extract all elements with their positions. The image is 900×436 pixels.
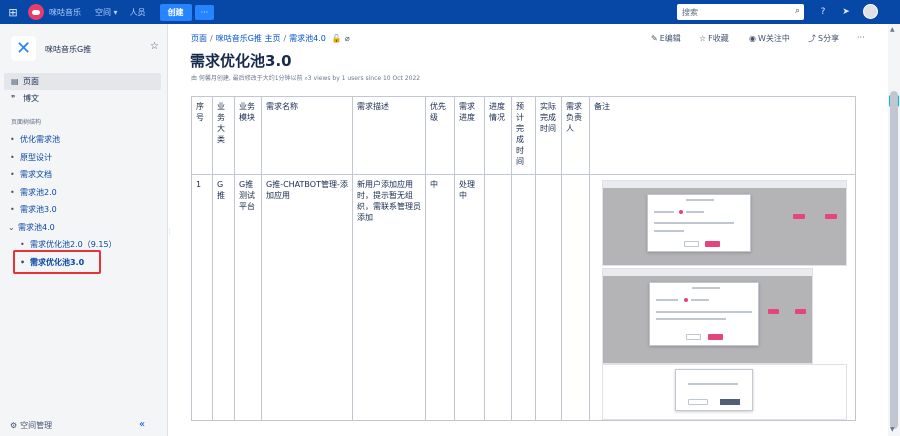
table-cell — [484, 174, 512, 421]
save-for-later-button[interactable]: ☆ F收藏 — [699, 33, 729, 44]
table-cell — [535, 174, 562, 421]
annotation-highlight-box — [13, 250, 101, 274]
breadcrumb-item[interactable]: 页面 — [191, 33, 207, 44]
table-header: 进度情况 — [484, 96, 512, 175]
table-cell: 中 — [425, 174, 455, 421]
table-header: 需求负责人 — [561, 96, 590, 175]
tree-item[interactable]: • 需求池3.0 — [10, 204, 57, 215]
table-header: 序号 — [191, 96, 213, 175]
notifications-icon[interactable]: ➤ — [839, 5, 853, 19]
scrollbar-thumb[interactable] — [890, 91, 898, 429]
table-cell: G推 — [212, 174, 235, 421]
watch-button[interactable]: ◉ W关注中 — [749, 33, 790, 44]
chevron-down-icon[interactable]: ⌄ — [8, 223, 18, 232]
scroll-down-icon[interactable]: ▼ — [890, 426, 895, 433]
table-header: 业务大类 — [212, 96, 235, 175]
app-switcher-icon[interactable]: ⊞ — [0, 0, 26, 24]
table-header: 需求名称 — [261, 96, 353, 175]
gear-icon: ⚙ — [10, 421, 18, 430]
table-header: 优先级 — [425, 96, 455, 175]
tree-item[interactable]: • 原型设计 — [10, 152, 52, 163]
table-header: 需求进度 — [454, 96, 485, 175]
breadcrumb: 页面 / 咪咕音乐G推 主页 / 需求池4.0 🔓 ⌀ — [191, 33, 350, 44]
sidebar-item-blog[interactable]: ❞ 博文 — [4, 90, 161, 107]
sidebar-resize-handle[interactable]: ⋮ — [166, 228, 173, 236]
page-title: 需求优化池3.0 — [190, 52, 292, 70]
embedded-screenshot[interactable] — [602, 180, 847, 266]
table-header: 备注 — [589, 96, 856, 175]
nav-people[interactable]: 人员 — [130, 7, 146, 18]
tree-item[interactable]: • 优化需求池 — [10, 134, 60, 145]
share-icon: ⤴ — [808, 34, 816, 43]
tree-subitem[interactable]: • 需求优化池2.0（9.15） — [20, 239, 117, 250]
search-icon: ⌕ — [794, 6, 800, 16]
table-cell — [511, 174, 536, 421]
nav-spaces[interactable]: 空间 ▾ — [95, 7, 118, 18]
table-cell: G推测试平台 — [234, 174, 262, 421]
tree-item[interactable]: • 需求文档 — [10, 169, 52, 180]
more-actions-button[interactable]: ··· — [857, 33, 865, 42]
scroll-up-icon[interactable]: ▲ — [890, 26, 895, 33]
table-header: 预计完成时间 — [511, 96, 536, 175]
edit-button[interactable]: ✎ E编辑 — [651, 33, 681, 44]
table-cell: 1 — [191, 174, 213, 421]
space-name[interactable]: 咪咕音乐G推 — [45, 44, 91, 55]
sidebar-item-pages[interactable]: ▤ 页面 — [4, 73, 161, 90]
space-logo-icon: ✕ — [15, 37, 32, 59]
breadcrumb-item[interactable]: 需求池4.0 — [289, 33, 326, 44]
star-icon: ☆ — [699, 34, 707, 43]
table-cell — [561, 174, 590, 421]
tree-item[interactable]: • 需求池2.0 — [10, 187, 57, 198]
attachment-icon[interactable]: ⌀ — [345, 34, 350, 43]
space-logo[interactable]: ✕ — [11, 36, 36, 61]
create-more-button[interactable]: ··· — [194, 4, 215, 20]
table-header-row: 序号 业务大类 业务模块 需求名称 需求描述 优先级 需求进度 进度情况 预计完… — [191, 96, 856, 175]
table-cell: 新用户添加应用时，提示暂无组织，需联系管理员添加 — [352, 174, 426, 421]
page-byline: 由 何馨月创建, 最后修改于大约1分钟以前 ⌕3 views by 1 user… — [191, 75, 421, 82]
search-input[interactable]: 搜索 ⌕ — [677, 4, 804, 20]
collapse-sidebar-icon[interactable]: « — [139, 419, 145, 430]
page-tree-heading: 页面树结构 — [11, 119, 42, 126]
share-button[interactable]: ⤴ S分享 — [808, 33, 839, 44]
create-button[interactable]: 创建 — [159, 3, 192, 21]
pencil-icon: ✎ — [651, 34, 658, 43]
confluence-logo[interactable] — [28, 4, 44, 20]
table-cell: 处理中 — [454, 174, 485, 421]
page-scrollbar[interactable]: ▲ ▼ — [888, 24, 900, 436]
embedded-screenshot[interactable] — [602, 268, 813, 364]
embedded-dialog — [675, 369, 753, 411]
eye-icon: ◉ — [749, 34, 756, 43]
embedded-dialog — [649, 282, 759, 346]
table-header: 业务模块 — [234, 96, 262, 175]
star-icon[interactable]: ☆ — [150, 41, 159, 52]
space-admin-link[interactable]: ⚙ 空间管理 — [10, 420, 52, 431]
site-name[interactable]: 咪咕音乐 — [49, 7, 81, 18]
help-icon[interactable]: ? — [816, 5, 830, 19]
table-header: 需求描述 — [352, 96, 426, 175]
breadcrumb-item[interactable]: 咪咕音乐G推 主页 — [216, 33, 281, 44]
user-avatar[interactable] — [863, 4, 878, 19]
table-header: 实际完成时间 — [535, 96, 562, 175]
embedded-dialog — [647, 194, 751, 252]
embedded-screenshot[interactable] — [602, 364, 847, 420]
top-navigation-bar: ⊞ 咪咕音乐 空间 ▾ 人员 创建 ··· 搜索 ⌕ ? ➤ — [0, 0, 900, 24]
tree-item-expanded[interactable]: ⌄ 需求池4.0 — [8, 222, 55, 233]
table-cell: G推-CHATBOT管理-添加应用 — [261, 174, 353, 421]
restrictions-lock-icon[interactable]: 🔓 — [332, 34, 342, 43]
quote-icon: ❞ — [11, 94, 16, 103]
page-icon: ▤ — [11, 77, 19, 86]
